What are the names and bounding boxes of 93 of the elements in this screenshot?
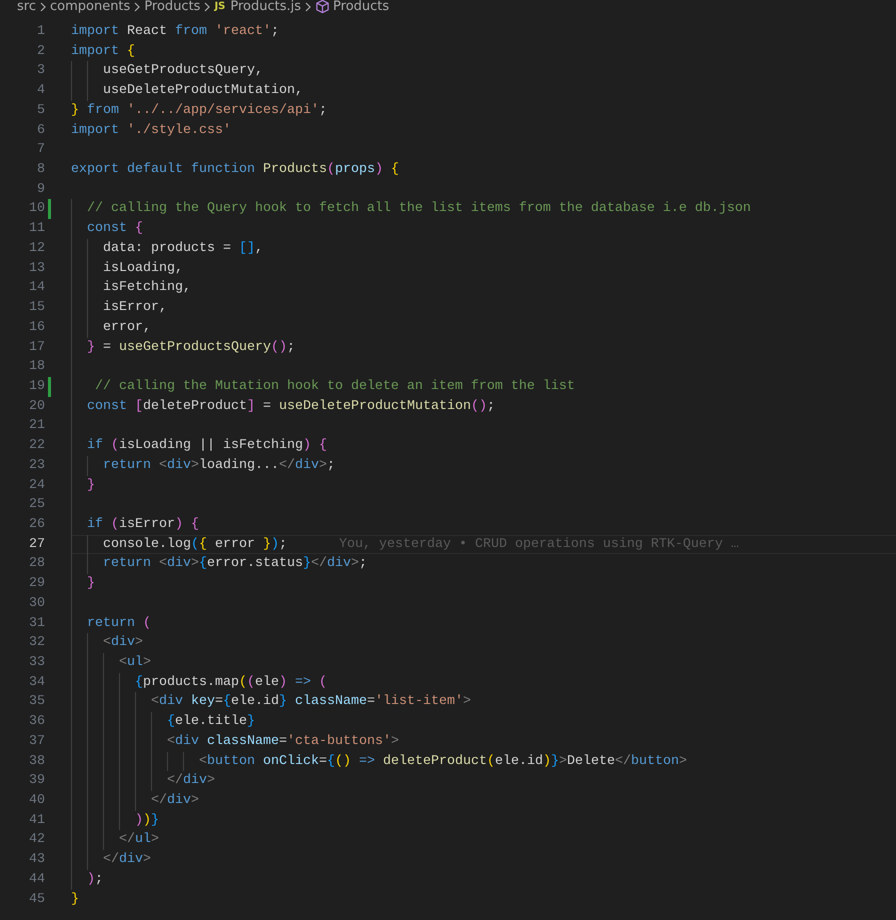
line-number: 14 bbox=[28, 279, 45, 298]
code-line: import { bbox=[71, 42, 135, 61]
line-number: 1 bbox=[36, 23, 45, 41]
code-line: return <div>{error.status}</div>; bbox=[71, 554, 367, 574]
code-line: isFetching, bbox=[71, 278, 191, 298]
line-number: 38 bbox=[28, 752, 45, 771]
line-number: 19 bbox=[28, 378, 45, 396]
chevron-icon bbox=[38, 2, 47, 12]
line-number: 42 bbox=[28, 831, 45, 850]
line-number: 27 bbox=[28, 536, 45, 554]
line-number: 18 bbox=[28, 358, 45, 376]
code-line: <div key={ele.id} className='list-item'> bbox=[71, 692, 471, 712]
line-number: 12 bbox=[28, 240, 45, 258]
line-number: 23 bbox=[28, 456, 45, 475]
line-number: 6 bbox=[36, 122, 45, 140]
line-number: 13 bbox=[28, 260, 45, 278]
code-line: {products.map((ele) => ( bbox=[71, 672, 327, 692]
code-line: } bbox=[71, 574, 95, 594]
code-line: isError, bbox=[71, 298, 167, 318]
line-number: 43 bbox=[28, 851, 45, 870]
code-line: } = useGetProductsQuery(); bbox=[71, 338, 295, 358]
code-line: <ul> bbox=[71, 653, 151, 673]
code-line: error, bbox=[71, 318, 151, 338]
line-number: 40 bbox=[28, 792, 45, 810]
line-number: 25 bbox=[28, 496, 45, 514]
code-line: if (isLoading || isFetching) { bbox=[71, 436, 327, 456]
code-line: useGetProductsQuery, bbox=[71, 61, 263, 82]
line-number: 8 bbox=[36, 161, 45, 180]
line-number: 45 bbox=[28, 890, 45, 909]
line-number: 9 bbox=[36, 180, 45, 199]
code-line: data: products = [], bbox=[71, 238, 263, 259]
line-number: 16 bbox=[28, 318, 45, 337]
breadcrumb-item[interactable]: src bbox=[17, 0, 36, 16]
line-number: 29 bbox=[28, 575, 45, 594]
code-line: // calling the Mutation hook to delete an item from the list bbox=[71, 376, 575, 397]
line-number: 15 bbox=[28, 299, 45, 318]
line-number: 2 bbox=[36, 42, 45, 61]
code-line: useDeleteProductMutation, bbox=[71, 81, 303, 101]
code-line: <div className='cta-buttons'> bbox=[71, 732, 399, 752]
line-number: 33 bbox=[28, 654, 45, 672]
line-number: 41 bbox=[28, 812, 45, 830]
code-line: export default function Products(props) { bbox=[71, 161, 399, 180]
chevron-icon bbox=[203, 2, 212, 12]
code-line: </div> bbox=[71, 850, 151, 870]
line-number: 22 bbox=[28, 437, 45, 456]
chevron-icon bbox=[133, 2, 142, 12]
code-line: </ul> bbox=[71, 830, 159, 850]
line-number: 10 bbox=[28, 200, 45, 218]
code-line: const { bbox=[71, 219, 143, 239]
code-line: </div> bbox=[71, 791, 199, 811]
line-number: 5 bbox=[36, 102, 45, 120]
line-number: 4 bbox=[36, 82, 45, 100]
code-line: import React from 'react'; bbox=[71, 23, 279, 41]
code-line: import './style.css' bbox=[71, 122, 231, 140]
code-line: <button onClick={() => deleteProduct(ele.id)}>Delete</button> bbox=[71, 752, 687, 772]
line-number: 34 bbox=[28, 674, 45, 692]
code-line: console.log({ error }); bbox=[71, 534, 287, 554]
code-line: <div> bbox=[71, 633, 143, 653]
line-number: 39 bbox=[28, 772, 45, 790]
line-number: 44 bbox=[28, 870, 45, 889]
cube-icon bbox=[315, 0, 330, 14]
code-line: isLoading, bbox=[71, 258, 183, 278]
breadcrumb-item[interactable]: components bbox=[50, 0, 130, 16]
code-line: } bbox=[71, 476, 95, 496]
code-line: return <div>loading...</div>; bbox=[71, 456, 335, 476]
code-line: {ele.title} bbox=[71, 712, 255, 732]
code-line: const [deleteProduct] = useDeleteProductMutation(); bbox=[71, 396, 495, 416]
line-number: 21 bbox=[28, 417, 45, 436]
code-line: } from '../../app/services/api'; bbox=[71, 102, 327, 120]
code-line: ))} bbox=[71, 810, 159, 830]
chevron-icon bbox=[304, 2, 312, 12]
code-line: ); bbox=[71, 870, 103, 890]
code-line: return ( bbox=[71, 614, 151, 634]
blame-annotation: You, yesterday • CRUD operations using RTK-Query … bbox=[338, 536, 739, 554]
line-number: 32 bbox=[28, 634, 45, 652]
line-number: 11 bbox=[28, 220, 45, 238]
line-number: 30 bbox=[28, 594, 45, 613]
code-line: // calling the Query hook to fetch all the list items from the database i.e db.json bbox=[71, 199, 751, 220]
line-number: 26 bbox=[28, 516, 45, 534]
line-number: 17 bbox=[28, 338, 45, 356]
code-line: } bbox=[71, 890, 79, 909]
line-number: 35 bbox=[28, 693, 45, 712]
line-number: 36 bbox=[28, 713, 45, 732]
code-line: if (isError) { bbox=[71, 514, 199, 535]
code-line: </div> bbox=[71, 771, 215, 792]
line-number: 28 bbox=[28, 555, 45, 574]
line-number: 3 bbox=[36, 62, 45, 80]
line-number: 37 bbox=[28, 732, 45, 751]
line-number: 7 bbox=[36, 141, 45, 160]
line-number: 31 bbox=[28, 614, 45, 633]
file-type-label: JS bbox=[214, 0, 226, 14]
line-number: 24 bbox=[28, 476, 45, 495]
line-number: 20 bbox=[28, 398, 45, 416]
